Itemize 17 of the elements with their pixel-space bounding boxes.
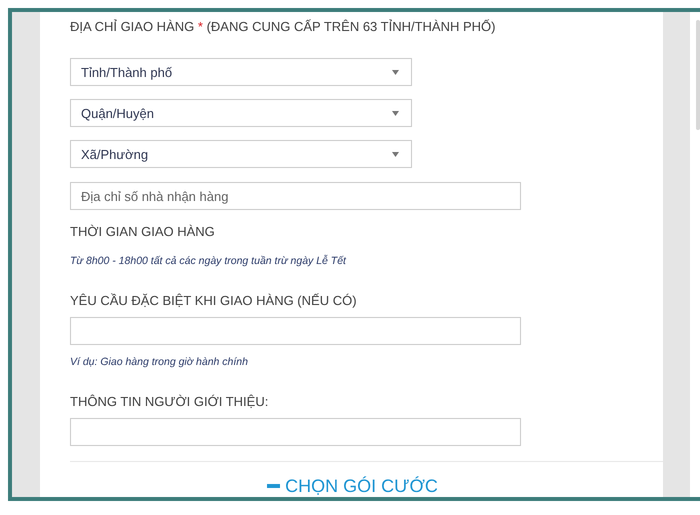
dropdown[interactable]: Quận/Huyện bbox=[70, 99, 412, 127]
dropdown[interactable]: Xã/Phường bbox=[70, 140, 412, 168]
caret-icon bbox=[392, 70, 399, 74]
scrollbar[interactable] bbox=[696, 20, 700, 130]
minus-icon bbox=[267, 484, 280, 488]
input-field[interactable] bbox=[70, 418, 521, 446]
caret-icon bbox=[392, 110, 399, 116]
delivery-time-label: THỜI GIAN GIAO HÀNG bbox=[70, 223, 216, 241]
address-label: ĐỊA CHỈ GIAO HÀNG * (ĐANG CUNG CẤP TRÊN 63 TỈNH/THÀNH PHỐ) bbox=[70, 18, 496, 36]
delivery-time-hint: Từ 8h00 - 18h00 tất cả các ngày trong tuần trừ ngày Lễ Tết bbox=[70, 254, 348, 268]
caret-icon bbox=[392, 152, 399, 156]
dropdown[interactable]: Tỉnh/Thành phố bbox=[70, 58, 412, 86]
example-hint: Ví dụ: Giao hàng trong giờ hành chính bbox=[70, 355, 249, 369]
input-field[interactable] bbox=[70, 317, 521, 345]
referrer-label: THÔNG TIN NGƯỜI GIỚI THIỆU: bbox=[70, 393, 270, 411]
special-request-label: YÊU CẦU ĐẶC BIỆT KHI GIAO HÀNG (NẾU CÓ) bbox=[70, 292, 358, 310]
input-field[interactable]: Địa chỉ số nhà nhận hàng bbox=[70, 182, 521, 210]
